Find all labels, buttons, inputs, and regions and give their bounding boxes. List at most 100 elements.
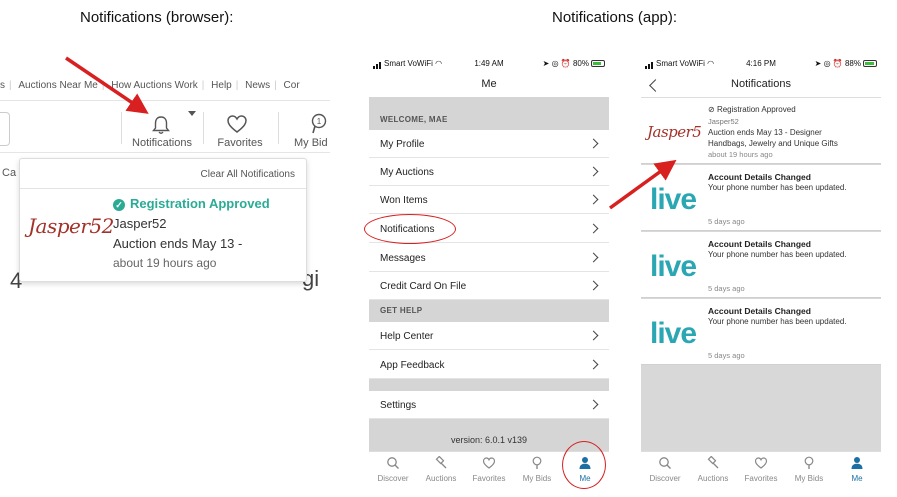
mybids-label[interactable]: My Bid: [294, 137, 330, 149]
notification-title: Account Details Changed: [708, 172, 811, 182]
divider: [121, 112, 122, 144]
chevron-right-icon: [588, 138, 599, 149]
annotation-circle: [364, 214, 456, 244]
bid-badge: 1: [317, 117, 322, 126]
notification-seller: Jasper52: [708, 117, 739, 126]
gavel-icon: [689, 455, 737, 472]
menu-credit-card[interactable]: Credit Card On File: [369, 272, 609, 300]
person-icon: [833, 456, 881, 472]
clear-all-notifications-link[interactable]: Clear All Notifications: [201, 169, 295, 180]
status-icons: ➤ ◎ ⏰: [542, 59, 573, 68]
menu-messages[interactable]: Messages: [369, 244, 609, 272]
tab-my-bids[interactable]: My Bids: [513, 456, 561, 483]
divider: [0, 100, 330, 101]
logo-text: live: [650, 317, 697, 350]
annotation-circle: [562, 441, 606, 489]
favorites-label[interactable]: Favorites: [214, 137, 266, 149]
tab-favorites[interactable]: Favorites: [465, 456, 513, 483]
chevron-right-icon: [588, 330, 599, 341]
menu-settings[interactable]: Settings: [369, 391, 609, 419]
live-logo: live: [645, 171, 701, 227]
notification-line: Auction ends May 13 - Designer: [708, 128, 822, 137]
tab-label: Auctions: [697, 474, 729, 483]
notifications-dropdown: Clear All Notifications Jasper52 ✓ Regist…: [19, 158, 307, 282]
live-logo: live: [645, 305, 701, 361]
divider: [0, 152, 330, 153]
menu-label: My Auctions: [380, 167, 434, 178]
live-logo: live: [645, 238, 701, 294]
check-circle-icon: ✓: [113, 199, 125, 211]
status-icons: ➤ ◎ ⏰: [814, 59, 845, 68]
nav-news[interactable]: News: [245, 80, 270, 91]
tab-me[interactable]: Me: [833, 456, 881, 483]
search-input[interactable]: [0, 112, 10, 146]
tab-discover[interactable]: Discover: [641, 456, 689, 483]
tab-label: My Bids: [522, 474, 552, 483]
tab-auctions[interactable]: Auctions: [689, 455, 737, 483]
section-welcome: WELCOME, MAE: [380, 115, 448, 124]
bid-paddle-icon[interactable]: 1: [307, 113, 329, 138]
notification-item[interactable]: Jasper52 ⊘ Registration Approved Jasper5…: [641, 98, 881, 164]
menu-label: Help Center: [380, 331, 434, 342]
notification-body: Your phone number has been updated.: [708, 183, 847, 192]
notification-item[interactable]: live Account Details Changed Your phone …: [641, 165, 881, 231]
tab-my-bids[interactable]: My Bids: [785, 456, 833, 483]
caption-browser: Notifications (browser):: [80, 9, 234, 26]
notification-body: Your phone number has been updated.: [708, 317, 847, 326]
tab-label: Me: [851, 474, 863, 483]
chevron-right-icon: [588, 399, 599, 410]
notification-list: Jasper52 ⊘ Registration Approved Jasper5…: [641, 98, 881, 451]
tab-favorites[interactable]: Favorites: [737, 456, 785, 483]
menu-app-feedback[interactable]: App Feedback: [369, 351, 609, 379]
tab-discover[interactable]: Discover: [369, 456, 417, 483]
status-bar: Smart VoWiFi ◠ 4:16 PM ➤ ◎ ⏰ 88%: [641, 59, 881, 71]
nav-help[interactable]: Help: [211, 80, 232, 91]
menu-label: Settings: [380, 400, 417, 411]
menu-label: Won Items: [380, 195, 428, 206]
phone-me-screen: Smart VoWiFi ◠ 1:49 AM ➤ ◎ ⏰ 80% Me WELC…: [369, 55, 609, 492]
tab-label: My Bids: [794, 474, 824, 483]
menu-my-profile[interactable]: My Profile: [369, 130, 609, 158]
menu-help-center[interactable]: Help Center: [369, 322, 609, 350]
phone-notifications-screen: Smart VoWiFi ◠ 4:16 PM ➤ ◎ ⏰ 88% Notific…: [641, 55, 881, 492]
tab-bar: Discover Auctions Favorites My Bids Me: [641, 451, 881, 492]
logo-text: live: [650, 183, 697, 216]
chevron-right-icon: [588, 194, 599, 205]
notification-title: Account Details Changed: [708, 239, 811, 249]
section-get-help: GET HELP: [369, 300, 609, 322]
status-bar: Smart VoWiFi ◠ 1:49 AM ➤ ◎ ⏰ 80%: [369, 59, 609, 71]
notification-item[interactable]: live Account Details Changed Your phone …: [641, 232, 881, 298]
tab-label: Discover: [649, 474, 681, 483]
notification-seller: Jasper52: [113, 216, 167, 231]
notification-body: Your phone number has been updated.: [708, 250, 847, 259]
notifications-label[interactable]: Notifications: [129, 137, 195, 149]
tab-auctions[interactable]: Auctions: [417, 455, 465, 483]
tab-label: Favorites: [472, 474, 506, 483]
chevron-right-icon: [588, 166, 599, 177]
tab-label: Favorites: [744, 474, 778, 483]
notification-auction: Auction ends May 13 -: [113, 236, 243, 251]
page-title: Notifications: [731, 78, 791, 90]
tab-label: Discover: [377, 474, 409, 483]
notification-time: 5 days ago: [708, 217, 745, 226]
chevron-right-icon: [588, 280, 599, 291]
notification-item[interactable]: live Account Details Changed Your phone …: [641, 299, 881, 365]
tab-label: Auctions: [425, 474, 457, 483]
nav-more[interactable]: Cor: [284, 80, 300, 91]
registration-status[interactable]: ✓ Registration Approved: [113, 196, 270, 211]
notification-line: Handbags, Jewelry and Unique Gifts: [708, 139, 838, 148]
top-nav-fragment: s: [0, 80, 5, 91]
nav-auctions-near-me[interactable]: Auctions Near Me: [18, 80, 97, 91]
chevron-down-icon[interactable]: [188, 111, 196, 116]
menu-label: My Profile: [380, 139, 425, 150]
menu-my-auctions[interactable]: My Auctions: [369, 158, 609, 186]
notification-time: 5 days ago: [708, 351, 745, 360]
chevron-right-icon: [588, 252, 599, 263]
menu-won-items[interactable]: Won Items: [369, 186, 609, 214]
status-text: Registration Approved: [716, 105, 796, 114]
divider: [20, 188, 306, 189]
nav-how-auctions-work[interactable]: How Auctions Work: [111, 80, 198, 91]
heart-icon[interactable]: [226, 114, 248, 137]
search-icon: [369, 456, 417, 472]
battery-icon: [863, 60, 877, 67]
